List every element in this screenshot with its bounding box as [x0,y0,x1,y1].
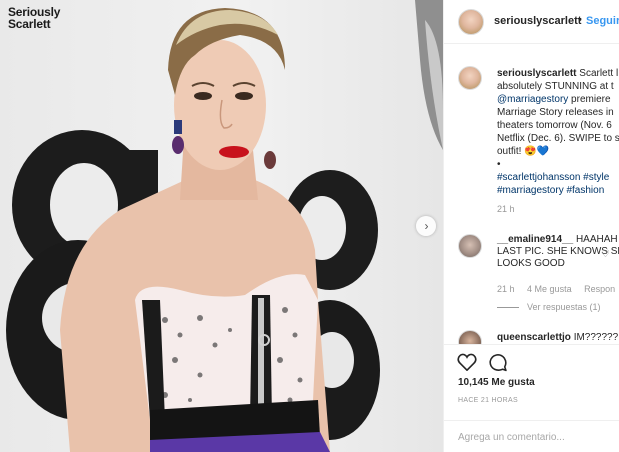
comments-list[interactable]: seriouslyscarlett Scarlett l absolutely … [444,44,619,344]
comment-username[interactable]: queenscarlettjo [497,332,571,343]
comment-likes[interactable]: 4 Me gusta [527,284,572,294]
hashtags-line-2[interactable]: #marriagestory #fashion [497,184,619,197]
caption-text-line-7: outfit! 😍💙 [497,146,550,157]
view-replies[interactable]: Ver respuestas (1) [497,302,601,312]
watermark-line-2: Scarlett [8,17,51,31]
chevron-right-icon: › [424,219,429,233]
caption-text-line-5: theaters tomorrow (Nov. 6 [497,120,612,131]
hashtags-line-1[interactable]: #scarlettjohansson #style [497,171,619,184]
caption-text-line-3: premiere [568,94,611,105]
mention-link[interactable]: @marriagestory [497,94,568,105]
caption-time[interactable]: 21 h [497,204,515,214]
add-comment-bar[interactable]: Agrega un comentario... [444,420,619,452]
comment-meta: 21 h 4 Me gusta Respon [497,284,619,294]
comment: queenscarlettjo IM?????? [497,332,618,343]
caption-avatar[interactable] [458,66,482,90]
replies-divider [497,307,519,309]
post-time-ago[interactable]: HACE 21 HORAS [458,397,518,404]
photo-illustration [6,0,443,452]
post-side-panel: seriouslyscarlett • Seguir seriouslyscar… [443,0,619,452]
caption-text-line-4: Marriage Story releases in [497,107,614,118]
comment-text: IM?????? [570,332,619,343]
author-username[interactable]: seriouslyscarlett [494,15,581,27]
caption-username[interactable]: seriouslyscarlett [497,68,577,79]
add-comment-input[interactable]: Agrega un comentario... [458,432,565,443]
view-replies-label[interactable]: Ver respuestas (1) [527,302,601,312]
carousel-next-button[interactable]: › [416,216,436,236]
watermark: Seriously Scarlett [8,6,60,30]
comment-text-line-1: HAAHAH [573,234,618,245]
comment-username[interactable]: __emaline914__ [497,234,573,245]
post-caption: seriouslyscarlett Scarlett l absolutely … [497,67,619,216]
caption-text-line-6: Netflix (Dec. 6). SWIPE to s [497,133,619,144]
comment-reply-button[interactable]: Respon [584,284,615,294]
post-photo[interactable]: Seriously Scarlett › [0,0,443,452]
heart-icon[interactable] [457,353,477,371]
follow-button[interactable]: Seguir [586,15,619,27]
comment-time[interactable]: 21 h [497,284,515,294]
likes-count[interactable]: 10,145 Me gusta [458,377,535,388]
post-actions [444,344,619,374]
comment-like-icon[interactable]: ♡ [601,249,610,260]
commenter-avatar[interactable] [458,234,482,258]
caption-text-line-1: Scarlett l [576,68,619,79]
commenter-avatar[interactable] [458,330,482,344]
caption-text-line-2: absolutely STUNNING at t [497,81,614,92]
caption-text-line-8: • [497,159,501,170]
header-separator: • [578,14,582,26]
comment-icon[interactable] [488,353,508,372]
author-avatar[interactable] [458,9,484,35]
post-header: seriouslyscarlett • Seguir [444,0,619,44]
